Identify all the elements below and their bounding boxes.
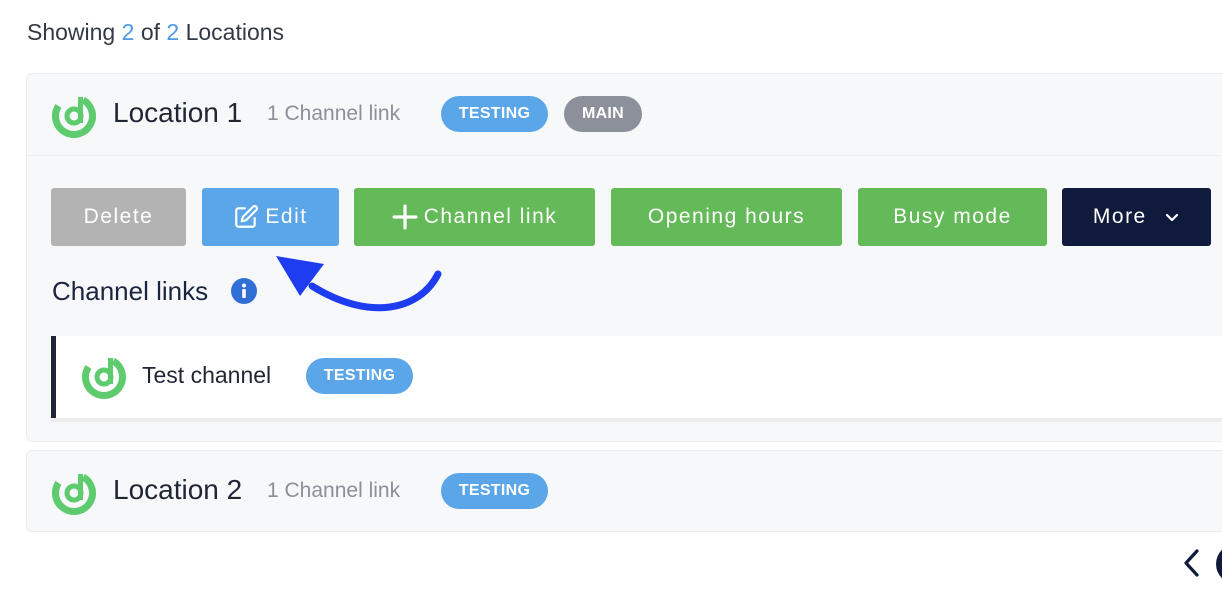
plus-icon bbox=[392, 204, 418, 230]
edit-button[interactable]: Edit bbox=[202, 188, 339, 246]
deliverect-logo-icon bbox=[52, 94, 96, 138]
location-card: Location 1 1 Channel link TESTING MAIN D… bbox=[26, 73, 1222, 442]
opening-hours-button[interactable]: Opening hours bbox=[611, 188, 842, 246]
channel-link-count: 1 Channel link bbox=[267, 479, 401, 502]
testing-badge: TESTING bbox=[441, 473, 548, 509]
more-button-label: More bbox=[1092, 205, 1147, 228]
edit-button-label: Edit bbox=[265, 205, 308, 228]
chevron-down-icon bbox=[1165, 214, 1179, 222]
channel-link-button-label: Channel link bbox=[423, 205, 558, 228]
summary-shown-count: 2 bbox=[121, 19, 135, 45]
busy-mode-button[interactable]: Busy mode bbox=[858, 188, 1047, 246]
testing-badge: TESTING bbox=[306, 358, 413, 394]
busy-mode-button-label: Busy mode bbox=[893, 205, 1012, 228]
location-card: Location 2 1 Channel link TESTING bbox=[26, 450, 1222, 532]
channel-links-title: Channel links bbox=[52, 276, 209, 306]
summary-suffix: Locations bbox=[185, 19, 285, 45]
location-header[interactable]: Location 1 1 Channel link TESTING MAIN bbox=[27, 74, 1222, 156]
add-channel-link-button[interactable]: Channel link bbox=[354, 188, 595, 246]
summary-total-count: 2 bbox=[166, 19, 180, 45]
location-name: Location 2 bbox=[113, 474, 243, 505]
results-summary: Showing 2 of 2 Locations bbox=[27, 19, 284, 46]
testing-badge: TESTING bbox=[441, 96, 548, 132]
channel-link-row[interactable]: Test channel TESTING bbox=[51, 336, 1222, 418]
location-header[interactable]: Location 2 1 Channel link TESTING bbox=[27, 451, 1222, 533]
summary-of: of bbox=[140, 19, 160, 45]
info-icon[interactable] bbox=[231, 278, 257, 304]
delete-button-label: Delete bbox=[83, 205, 154, 228]
channel-link-count: 1 Channel link bbox=[267, 102, 401, 125]
opening-hours-button-label: Opening hours bbox=[647, 205, 806, 228]
channel-name: Test channel bbox=[142, 362, 272, 388]
deliverect-logo-icon bbox=[52, 471, 96, 515]
main-badge: MAIN bbox=[564, 96, 642, 132]
edit-icon bbox=[235, 205, 259, 229]
chevron-left-icon[interactable] bbox=[1180, 546, 1204, 580]
deliverect-logo-icon bbox=[82, 355, 126, 399]
summary-prefix: Showing bbox=[27, 19, 116, 45]
delete-button[interactable]: Delete bbox=[51, 188, 186, 246]
location-name: Location 1 bbox=[113, 97, 243, 128]
annotation-arrow-icon bbox=[276, 256, 442, 312]
pagination-page-button[interactable] bbox=[1216, 544, 1222, 584]
more-button[interactable]: More bbox=[1062, 188, 1211, 246]
